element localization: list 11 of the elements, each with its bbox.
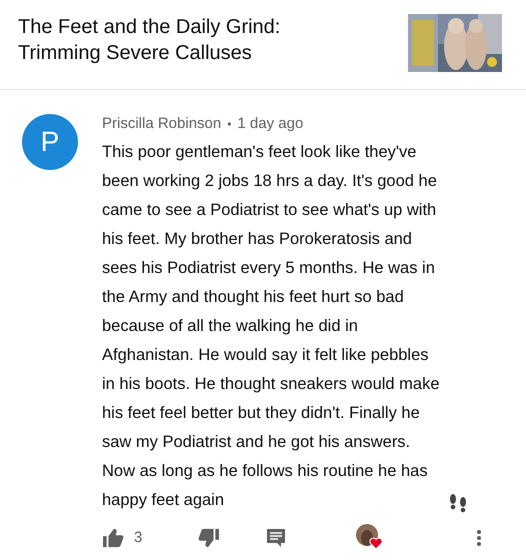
like-count: 3 [134, 528, 142, 548]
reply-icon[interactable] [266, 528, 286, 548]
comment-time: 1 day ago [237, 114, 304, 134]
like-icon[interactable] [102, 528, 124, 548]
comment-text: This poor gentleman's feet look like they've been working 2 jobs 18 hrs a day. It's good he came to see a Podiatrist to see what's up with his feet. My brother has Porokeratosis and sees his Podiatrist every 5 months. He was in the Army and thought his feet hurt so bad because of all the walking he did in Afghanistan. He would say it felt like pebbles in his boots. He thought sneakers would make his feet feel better but they didn't. Finally he saw my Podiatrist and he got his answers. Now as long as he follows his routine he has happy feet again [102, 142, 440, 511]
more-icon[interactable] [476, 529, 482, 547]
dislike-icon[interactable] [198, 528, 220, 548]
author-name[interactable]: Priscilla Robinson [102, 112, 222, 136]
separator-dot: • [227, 116, 232, 133]
avatar[interactable]: P [22, 114, 78, 170]
video-title[interactable]: The Feet and the Daily Grind: Trimming Severe Calluses [18, 14, 358, 66]
